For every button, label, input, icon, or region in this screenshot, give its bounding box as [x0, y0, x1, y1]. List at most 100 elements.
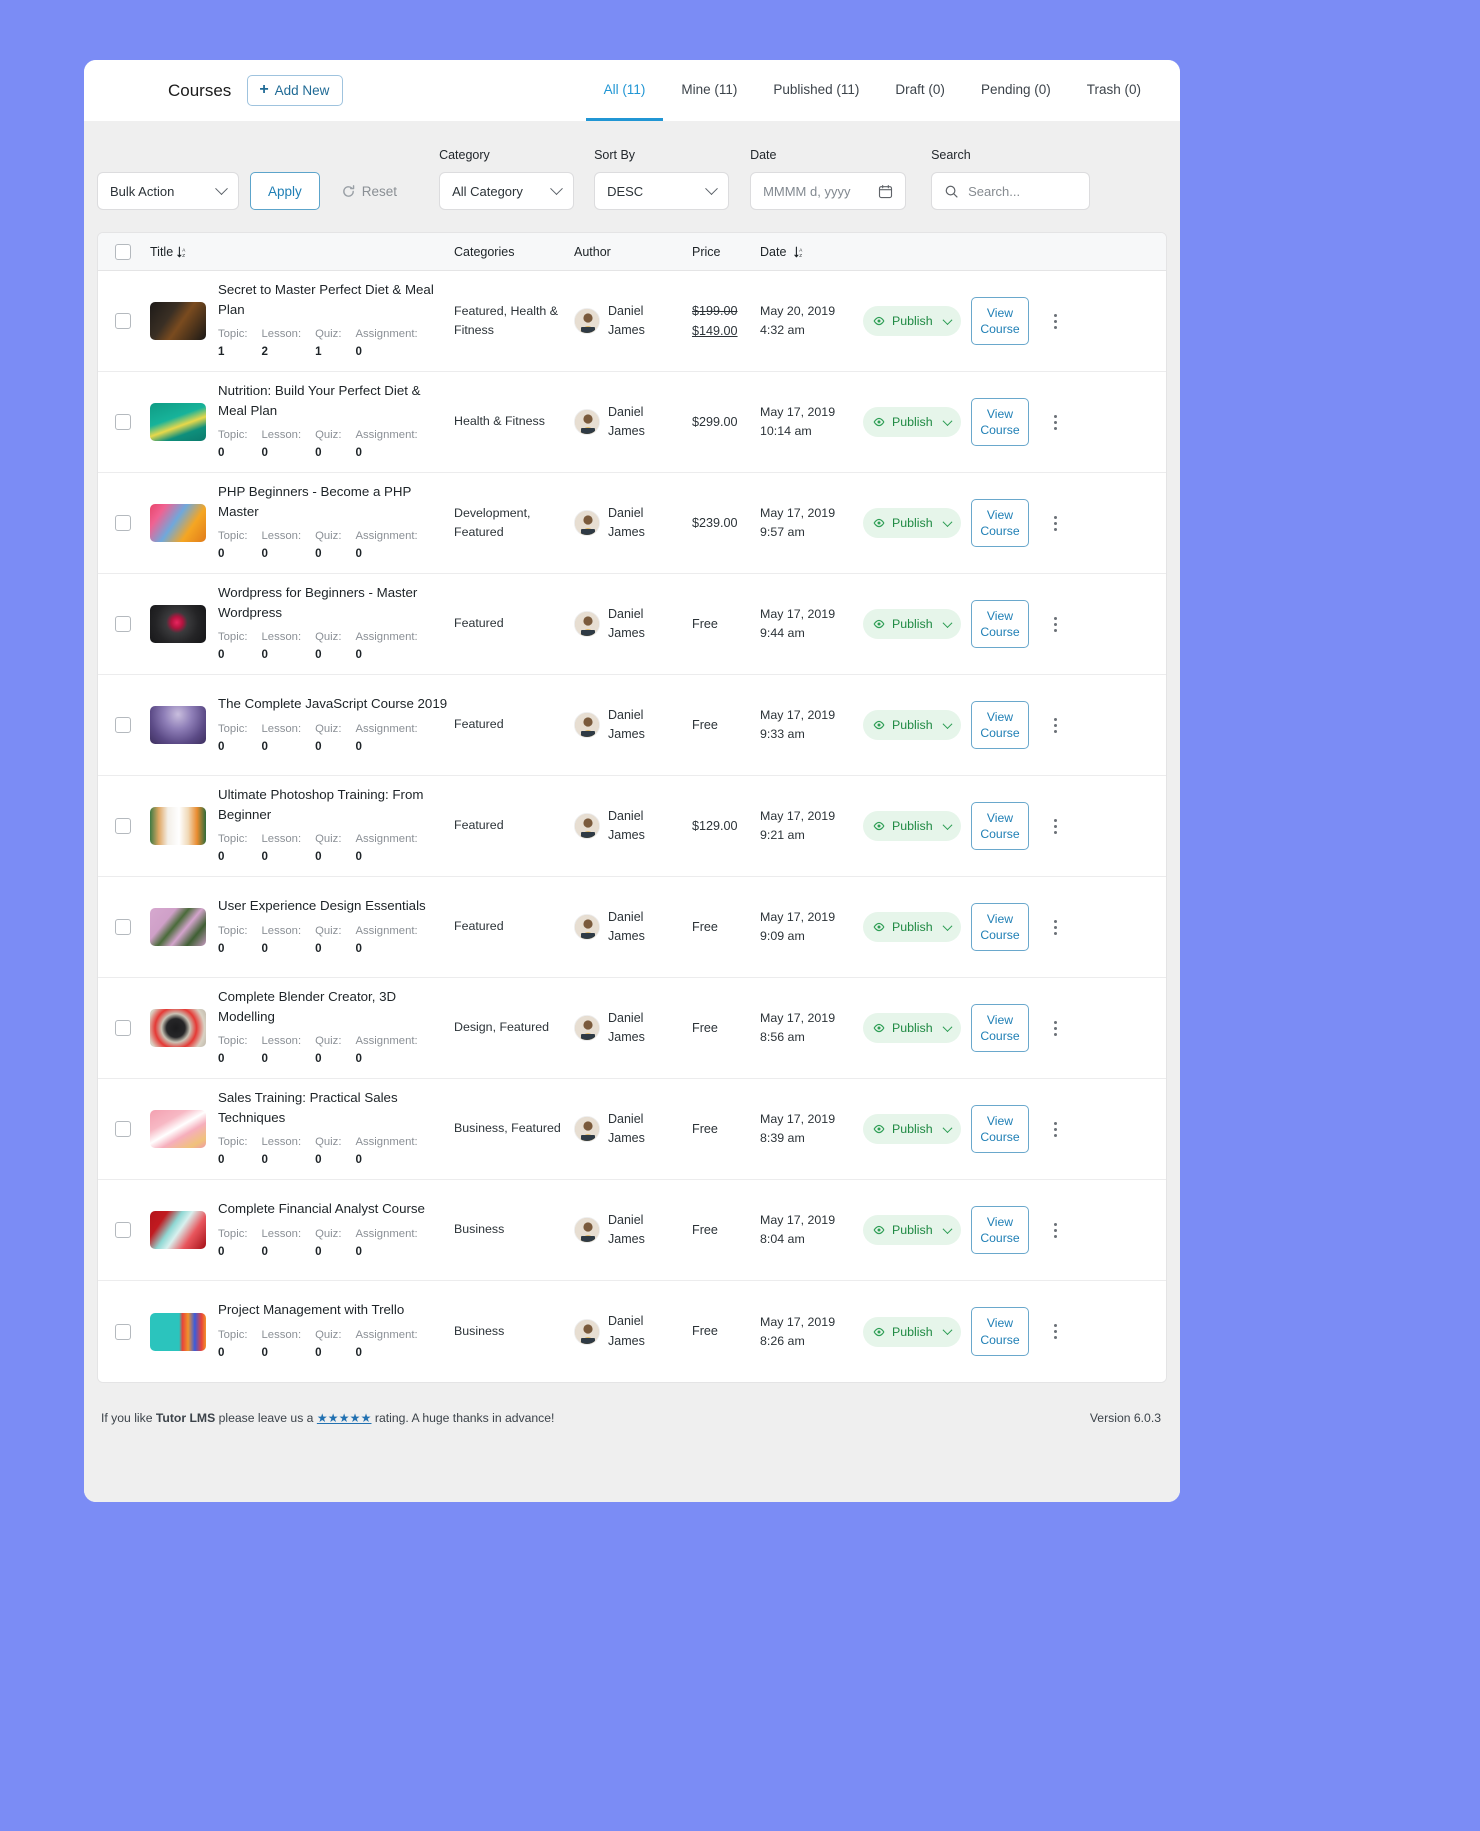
view-course-button[interactable]: View Course	[971, 1205, 1029, 1255]
sort-select[interactable]: DESC	[594, 172, 730, 210]
row-checkbox[interactable]	[115, 1323, 131, 1340]
course-thumbnail[interactable]	[150, 402, 206, 441]
apply-button[interactable]: Apply	[250, 172, 320, 210]
category-select[interactable]: All Category	[439, 172, 575, 210]
bulk-action-select[interactable]: Bulk Action	[97, 172, 239, 210]
status-badge[interactable]: Publish	[863, 811, 961, 841]
meta-quiz-value: 0	[315, 739, 322, 753]
more-options-icon[interactable]	[1050, 714, 1061, 737]
footer-text-before: If you like	[101, 1411, 156, 1425]
status-badge[interactable]: Publish	[863, 1316, 961, 1347]
status-label: Publish	[892, 920, 933, 934]
course-title[interactable]: Project Management with Trello	[218, 1300, 418, 1320]
more-options-icon[interactable]	[1050, 916, 1061, 939]
row-checkbox[interactable]	[115, 1121, 131, 1137]
course-thumbnail[interactable]	[150, 1008, 206, 1047]
row-checkbox[interactable]	[115, 313, 131, 329]
course-title[interactable]: Sales Training: Practical Sales Techniqu…	[218, 1088, 448, 1127]
meta-topic: Topic: 0	[218, 527, 248, 564]
view-course-button[interactable]: View Course	[971, 1104, 1029, 1154]
course-thumbnail[interactable]	[150, 1312, 206, 1351]
row-checkbox[interactable]	[115, 818, 131, 834]
tab-5[interactable]: Trash (0)	[1069, 60, 1159, 121]
select-all-cell	[98, 243, 142, 260]
row-checkbox[interactable]	[115, 616, 131, 632]
status-badge[interactable]: Publish	[863, 508, 961, 538]
status-badge[interactable]: Publish	[863, 1114, 961, 1144]
row-checkbox[interactable]	[115, 515, 131, 531]
course-thumbnail[interactable]	[150, 806, 206, 845]
course-thumbnail[interactable]	[150, 604, 206, 643]
course-title[interactable]: Secret to Master Perfect Diet & Meal Pla…	[218, 280, 448, 319]
meta-quiz-label: Quiz:	[315, 833, 342, 846]
col-date[interactable]: Date A Z	[760, 245, 863, 259]
status-badge[interactable]: Publish	[863, 912, 961, 942]
view-course-button[interactable]: View Course	[971, 498, 1029, 548]
course-title[interactable]: Nutrition: Build Your Perfect Diet & Mea…	[218, 381, 448, 420]
status-badge[interactable]: Publish	[863, 1013, 961, 1043]
view-course-button[interactable]: View Course	[971, 1307, 1029, 1356]
meta-lesson-label: Lesson:	[261, 1227, 302, 1240]
more-options-icon[interactable]	[1050, 1219, 1061, 1242]
course-title[interactable]: Complete Financial Analyst Course	[218, 1199, 425, 1219]
row-menu-cell	[1037, 512, 1073, 535]
col-date-label: Date	[760, 244, 787, 259]
add-new-button[interactable]: + Add New	[247, 75, 344, 106]
row-checkbox[interactable]	[115, 919, 131, 935]
view-course-button[interactable]: View Course	[971, 296, 1029, 346]
view-cell: View Course	[971, 296, 1037, 346]
course-thumbnail[interactable]	[150, 301, 206, 340]
more-options-icon[interactable]	[1050, 1118, 1061, 1141]
course-title[interactable]: The Complete JavaScript Course 2019	[218, 694, 447, 714]
more-options-icon[interactable]	[1050, 512, 1061, 535]
more-options-icon[interactable]	[1050, 613, 1061, 636]
more-options-icon[interactable]	[1050, 1320, 1061, 1343]
col-title[interactable]: Title A Z	[142, 245, 454, 259]
status-badge[interactable]: Publish	[863, 1215, 961, 1245]
status-badge[interactable]: Publish	[863, 306, 961, 336]
meta-lesson-value: 0	[261, 1153, 268, 1167]
course-meta: Topic: 0 Lesson: 0 Quiz: 0 Assignment: 0	[218, 1225, 425, 1262]
course-title[interactable]: PHP Beginners - Become a PHP Master	[218, 482, 448, 521]
status-cell: Publish	[863, 306, 971, 336]
view-course-button[interactable]: View Course	[971, 599, 1029, 649]
course-thumbnail[interactable]	[150, 908, 206, 946]
more-options-icon[interactable]	[1050, 815, 1061, 838]
course-title[interactable]: Ultimate Photoshop Training: From Beginn…	[218, 785, 448, 824]
course-thumbnail[interactable]	[150, 1211, 206, 1249]
view-course-button[interactable]: View Course	[971, 1003, 1029, 1053]
more-options-icon[interactable]	[1050, 411, 1061, 434]
reset-button[interactable]: Reset	[341, 172, 397, 210]
row-checkbox[interactable]	[115, 1222, 131, 1238]
course-thumbnail[interactable]	[150, 706, 206, 744]
view-course-button[interactable]: View Course	[971, 902, 1029, 952]
rating-stars[interactable]: ★★★★★	[317, 1411, 372, 1425]
view-course-button[interactable]: View Course	[971, 397, 1029, 447]
meta-quiz-label: Quiz:	[315, 631, 342, 644]
date-input[interactable]: MMMM d, yyyy	[750, 172, 907, 210]
meta-assignment-value: 0	[355, 547, 362, 561]
course-thumbnail[interactable]	[150, 503, 206, 542]
more-options-icon[interactable]	[1050, 310, 1061, 333]
status-badge[interactable]: Publish	[863, 609, 961, 639]
course-title[interactable]: User Experience Design Essentials	[218, 896, 426, 916]
select-all-checkbox[interactable]	[115, 243, 131, 260]
row-checkbox[interactable]	[115, 717, 131, 733]
tab-2[interactable]: Published (11)	[755, 60, 877, 121]
course-thumbnail[interactable]	[150, 1109, 206, 1148]
categories-value: Featured	[454, 818, 504, 833]
row-checkbox[interactable]	[115, 1020, 131, 1036]
row-checkbox[interactable]	[115, 414, 131, 430]
view-course-button[interactable]: View Course	[971, 700, 1029, 750]
more-options-icon[interactable]	[1050, 1017, 1061, 1040]
status-badge[interactable]: Publish	[863, 710, 961, 740]
status-badge[interactable]: Publish	[863, 407, 961, 437]
tab-1[interactable]: Mine (11)	[663, 60, 755, 121]
course-title[interactable]: Wordpress for Beginners - Master Wordpre…	[218, 583, 448, 622]
view-course-button[interactable]: View Course	[971, 801, 1029, 851]
tab-0[interactable]: All (11)	[585, 60, 664, 121]
search-input[interactable]: Search...	[931, 172, 1091, 210]
tab-4[interactable]: Pending (0)	[963, 60, 1069, 121]
course-title[interactable]: Complete Blender Creator, 3D Modelling	[218, 987, 448, 1026]
tab-3[interactable]: Draft (0)	[877, 60, 963, 121]
